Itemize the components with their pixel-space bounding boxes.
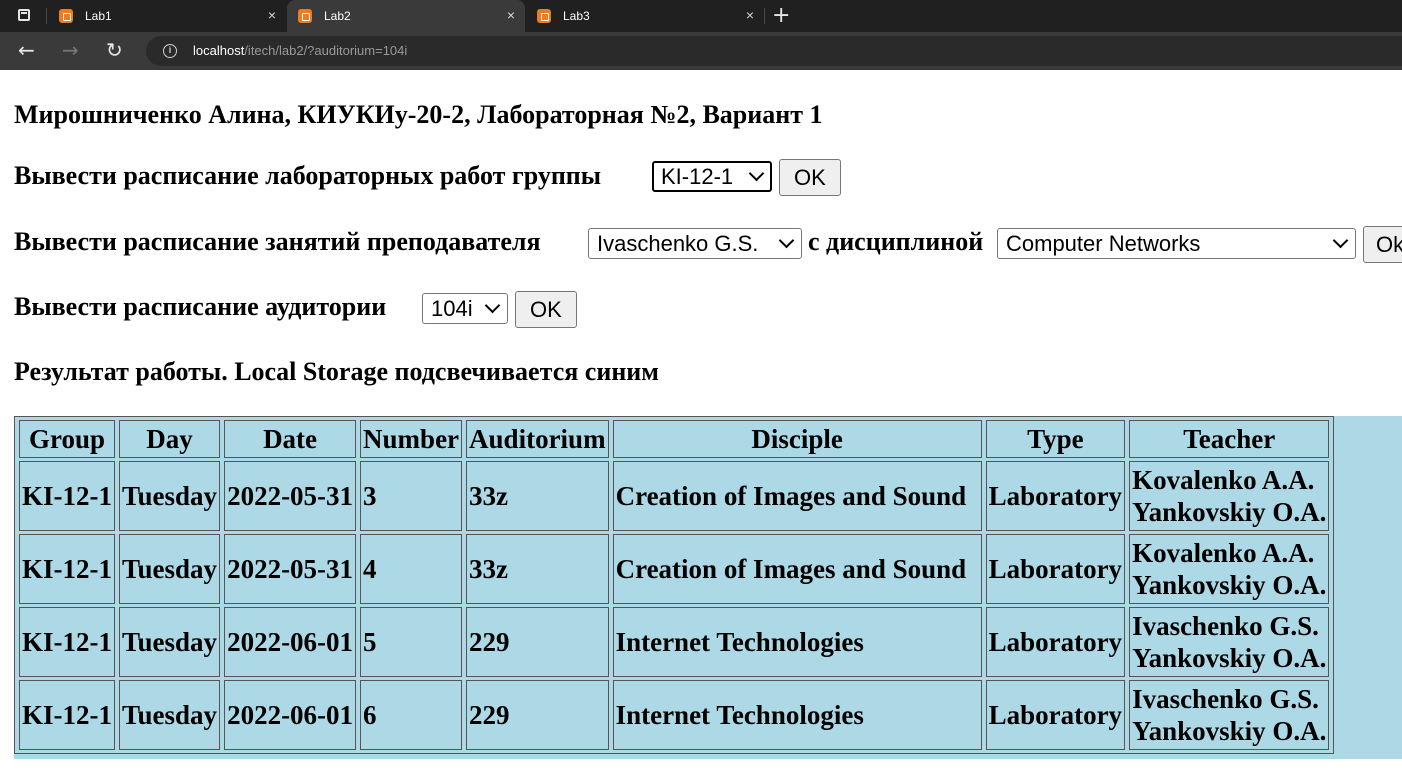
teacher-ok-button-clip: Ok: [1363, 226, 1402, 263]
group-select-value: KI-12-1: [652, 161, 772, 192]
tab-label: Lab3: [563, 9, 590, 23]
tab-lab2[interactable]: Lab2 ×: [287, 0, 525, 32]
cell-teacher: Kovalenko A.A. Yankovskiy O.A.: [1129, 534, 1330, 604]
column-header-auditorium: Auditorium: [466, 420, 609, 458]
cell-date: 2022-06-01: [224, 607, 357, 677]
url-path: /itech/lab2/?auditorium=104i: [244, 43, 408, 58]
result-label: Результат работы. Local Storage подсвечи…: [14, 357, 659, 386]
tab-lab1[interactable]: Lab1 ×: [48, 0, 286, 32]
cell-auditorium: 33z: [466, 534, 609, 604]
column-header-group: Group: [19, 420, 115, 458]
cell-day: Tuesday: [119, 461, 221, 531]
xampp-favicon-icon: [298, 9, 312, 23]
tab-lab3[interactable]: Lab3 ×: [526, 0, 764, 32]
xampp-favicon-icon: [59, 9, 73, 23]
column-header-date: Date: [224, 420, 357, 458]
group-ok-button[interactable]: OK: [779, 159, 841, 196]
teacher-name: Yankovskiy O.A.: [1132, 497, 1327, 527]
column-header-day: Day: [119, 420, 221, 458]
cell-disciple: Creation of Images and Sound: [612, 461, 982, 531]
auditorium-select[interactable]: 104i: [422, 293, 508, 324]
teacher-name: Kovalenko A.A.: [1132, 465, 1315, 495]
teacher-ok-button[interactable]: Ok: [1363, 226, 1402, 263]
new-tab-icon[interactable]: +: [772, 3, 790, 28]
teacher-name: Ivaschenko G.S.: [1132, 611, 1319, 641]
table-header-row: Group Day Date Number Auditorium Discipl…: [19, 420, 1330, 458]
table-row: KI-12-1 Tuesday 2022-05-31 3 33z Creatio…: [19, 461, 1330, 531]
table-row: KI-12-1 Tuesday 2022-05-31 4 33z Creatio…: [19, 534, 1330, 604]
teacher-name: Yankovskiy O.A.: [1132, 570, 1327, 600]
cell-auditorium: 229: [466, 607, 609, 677]
tab-actions-icon[interactable]: [18, 9, 30, 21]
close-icon[interactable]: ×: [507, 7, 515, 23]
cell-number: 5: [360, 607, 463, 677]
cell-teacher: Ivaschenko G.S. Yankovskiy O.A.: [1129, 680, 1330, 750]
cell-date: 2022-06-01: [224, 680, 357, 750]
cell-auditorium: 33z: [466, 461, 609, 531]
browser-toolbar: ← → ↻ i localhost/itech/lab2/?auditorium…: [0, 32, 1402, 70]
auditorium-ok-button[interactable]: OK: [515, 291, 577, 328]
cell-teacher: Ivaschenko G.S. Yankovskiy O.A.: [1129, 607, 1330, 677]
teacher-select[interactable]: Ivaschenko G.S.: [588, 228, 802, 259]
page-content: Мирошниченко Алина, КИУКИу-20-2, Лаборат…: [0, 70, 1402, 773]
auditorium-select-value: 104i: [422, 293, 508, 324]
tab-label: Lab2: [324, 9, 351, 23]
back-icon[interactable]: ←: [18, 38, 35, 62]
tab-label: Lab1: [85, 9, 112, 23]
cell-auditorium: 229: [466, 680, 609, 750]
group-select[interactable]: KI-12-1: [652, 161, 772, 192]
discipline-select-value: Computer Networks: [997, 228, 1356, 259]
url-host: localhost: [193, 43, 245, 58]
url-text[interactable]: localhost/itech/lab2/?auditorium=104i: [193, 43, 407, 58]
discipline-select[interactable]: Computer Networks: [997, 228, 1356, 259]
cell-day: Tuesday: [119, 680, 221, 750]
column-header-number: Number: [360, 420, 463, 458]
cell-type: Laboratory: [985, 461, 1126, 531]
teacher-name: Ivaschenko G.S.: [1132, 684, 1319, 714]
table-row: KI-12-1 Tuesday 2022-06-01 6 229 Interne…: [19, 680, 1330, 750]
cell-group: KI-12-1: [19, 680, 115, 750]
browser-tab-strip: Lab1 × Lab2 × Lab3 × +: [0, 0, 1402, 32]
page-title: Мирошниченко Алина, КИУКИу-20-2, Лаборат…: [14, 100, 823, 129]
cell-type: Laboratory: [985, 680, 1126, 750]
cell-disciple: Creation of Images and Sound: [612, 534, 982, 604]
teacher-name: Kovalenko A.A.: [1132, 538, 1315, 568]
reload-icon[interactable]: ↻: [106, 38, 123, 62]
group-schedule-label: Вывести расписание лабораторных работ гр…: [14, 161, 602, 190]
tab-separator: [764, 8, 765, 24]
site-info-icon[interactable]: i: [163, 44, 177, 58]
teacher-name: Yankovskiy O.A.: [1132, 643, 1327, 673]
address-bar[interactable]: i localhost/itech/lab2/?auditorium=104i: [146, 36, 1402, 66]
teacher-name: Yankovskiy O.A.: [1132, 716, 1327, 746]
teacher-select-value: Ivaschenko G.S.: [588, 228, 802, 259]
cell-group: KI-12-1: [19, 461, 115, 531]
cell-type: Laboratory: [985, 607, 1126, 677]
cell-date: 2022-05-31: [224, 461, 357, 531]
cell-disciple: Internet Technologies: [612, 680, 982, 750]
column-header-type: Type: [985, 420, 1126, 458]
cell-number: 6: [360, 680, 463, 750]
auditorium-schedule-label: Вывести расписание аудитории: [14, 292, 387, 321]
cell-disciple: Internet Technologies: [612, 607, 982, 677]
cell-teacher: Kovalenko A.A. Yankovskiy O.A.: [1129, 461, 1330, 531]
discipline-label: с дисциплиной: [808, 227, 984, 256]
cell-group: KI-12-1: [19, 534, 115, 604]
cell-day: Tuesday: [119, 607, 221, 677]
cell-number: 4: [360, 534, 463, 604]
schedule-table: Group Day Date Number Auditorium Discipl…: [14, 416, 1335, 754]
cell-group: KI-12-1: [19, 607, 115, 677]
table-row: KI-12-1 Tuesday 2022-06-01 5 229 Interne…: [19, 607, 1330, 677]
close-icon[interactable]: ×: [746, 7, 754, 23]
forward-icon[interactable]: →: [62, 38, 79, 62]
cell-day: Tuesday: [119, 534, 221, 604]
xampp-favicon-icon: [537, 9, 551, 23]
tab-separator: [46, 8, 47, 24]
column-header-teacher: Teacher: [1129, 420, 1330, 458]
cell-date: 2022-05-31: [224, 534, 357, 604]
column-header-disciple: Disciple: [612, 420, 982, 458]
cell-type: Laboratory: [985, 534, 1126, 604]
close-icon[interactable]: ×: [268, 7, 276, 23]
teacher-schedule-label: Вывести расписание занятий преподавателя: [14, 227, 541, 256]
cell-number: 3: [360, 461, 463, 531]
